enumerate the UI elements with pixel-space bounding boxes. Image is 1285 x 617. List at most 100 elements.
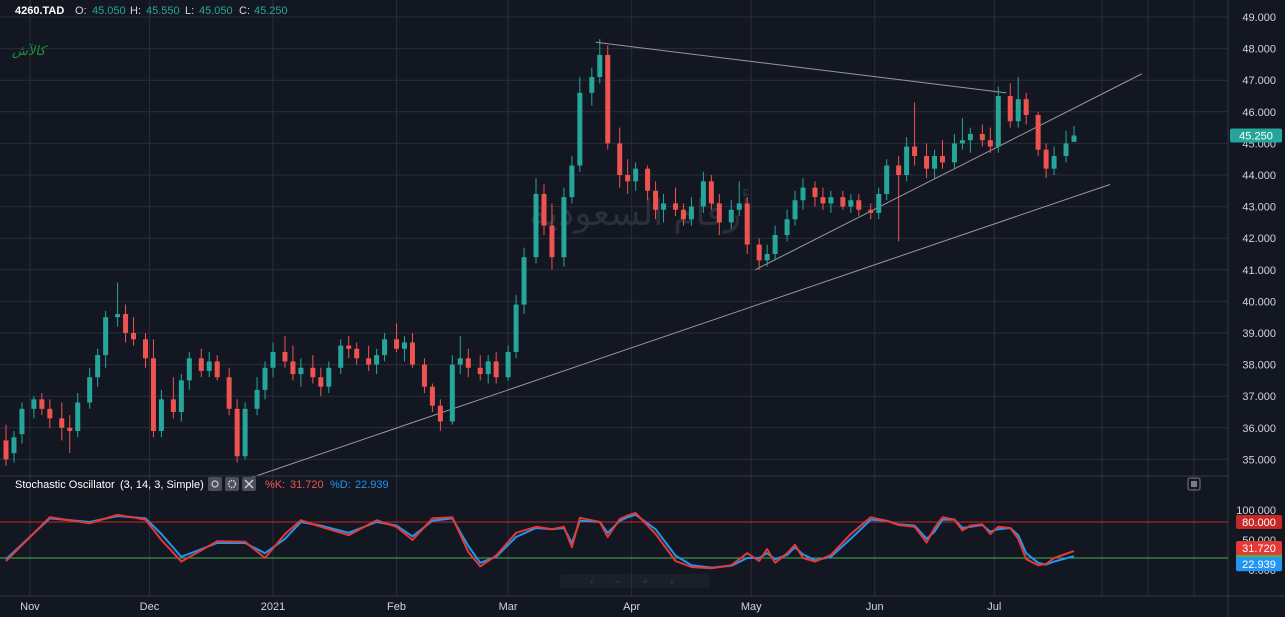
candle-body: [700, 181, 706, 207]
candle-body: [617, 143, 623, 175]
candle-body: [234, 408, 240, 457]
candle-body: [672, 203, 678, 210]
candle-body: [896, 165, 902, 175]
price-tick-label: 38.000: [1242, 360, 1276, 372]
candle-body: [270, 351, 276, 368]
candle-body: [1015, 99, 1021, 122]
candle-body: [346, 345, 352, 349]
candle-body: [39, 399, 45, 409]
candle-body: [904, 146, 910, 175]
candle-body: [1071, 135, 1077, 142]
candle[interactable]: [561, 187, 567, 267]
candle-body: [374, 355, 380, 365]
candle-body: [884, 165, 890, 194]
candle-body: [115, 314, 121, 318]
candle-body: [123, 314, 129, 333]
candle-body: [158, 399, 164, 431]
candle[interactable]: [449, 355, 455, 425]
candle[interactable]: [605, 45, 611, 150]
candle-body: [951, 143, 957, 163]
candle-body: [800, 187, 806, 201]
candle-body: [1063, 143, 1069, 157]
price-tick-label: 40.000: [1242, 296, 1276, 308]
candle-body: [828, 197, 834, 204]
candle-body: [645, 168, 651, 191]
gear-icon[interactable]: [225, 477, 239, 491]
candle-body: [932, 156, 938, 169]
candle[interactable]: [513, 295, 519, 359]
price-tick-label: 48.000: [1242, 44, 1276, 56]
candle-body: [421, 364, 427, 387]
chart-background: [0, 0, 1285, 617]
price-tick-label: 44.000: [1242, 170, 1276, 182]
candle-body: [625, 175, 631, 182]
candle-body: [848, 200, 854, 207]
oscillator-axis[interactable]: 100.00050.0000.00080.00031.72022.939: [1236, 505, 1282, 577]
price-tick-label: 42.000: [1242, 233, 1276, 245]
candle[interactable]: [242, 402, 248, 460]
scroll-right-icon[interactable]: ›: [670, 576, 674, 588]
candle-body: [214, 361, 220, 378]
candle-body: [103, 317, 109, 356]
candle-body: [728, 209, 734, 223]
candle-body: [939, 156, 945, 163]
current-price-tag: 45.250: [1230, 128, 1282, 143]
candle-body: [47, 408, 53, 419]
candle-body: [541, 193, 547, 226]
candle-body: [597, 54, 603, 78]
high-value: 45.550: [146, 5, 180, 17]
candle-body: [688, 206, 694, 220]
candle-body: [449, 364, 455, 422]
candle-body: [366, 358, 372, 365]
navigation-bar-bg: [560, 574, 710, 588]
candle-body: [326, 367, 332, 387]
candle[interactable]: [1035, 111, 1041, 157]
candle-body: [513, 304, 519, 352]
candle-body: [856, 200, 862, 210]
candle-body: [912, 146, 918, 157]
candle-body: [457, 358, 463, 365]
candle-body: [521, 257, 527, 305]
low-label: L:: [185, 5, 194, 17]
brand-logo: كالآش: [12, 43, 48, 59]
candle-body: [840, 197, 846, 207]
candle-body: [186, 358, 192, 381]
close-label: C:: [239, 5, 250, 17]
candle-body: [967, 133, 973, 141]
candle-body: [756, 244, 762, 261]
high-label: H:: [130, 5, 141, 17]
candle-body: [310, 367, 316, 378]
candle-body: [290, 361, 296, 375]
k-value-tag-label: 31.720: [1242, 543, 1276, 555]
candle-body: [11, 437, 17, 454]
zoom-out-icon[interactable]: −: [614, 576, 620, 588]
candle-body: [318, 377, 324, 387]
candle-body: [354, 348, 360, 359]
scroll-left-icon[interactable]: ‹: [590, 576, 594, 588]
candle-body: [820, 197, 826, 204]
chart-stage[interactable]: أرقام السعودية 4260.TAD O: 45.050 H: 45.…: [0, 0, 1285, 617]
time-tick-label: Nov: [20, 601, 40, 613]
navigation-bar[interactable]: ‹ − + ›: [560, 574, 710, 588]
candle-body: [262, 367, 268, 390]
candle-body: [589, 77, 595, 93]
candle[interactable]: [234, 399, 240, 463]
candle-body: [653, 190, 659, 210]
candle-body: [402, 342, 408, 349]
candle-body: [708, 181, 714, 204]
maximize-pane-icon-inner: [1191, 481, 1197, 487]
zoom-in-icon[interactable]: +: [642, 576, 648, 588]
candle-body: [1035, 114, 1041, 150]
eye-icon[interactable]: [208, 477, 222, 491]
d-value-tag-label: 22.939: [1242, 559, 1276, 571]
price-tick-label: 39.000: [1242, 328, 1276, 340]
candle-body: [792, 200, 798, 220]
candle[interactable]: [995, 86, 1001, 153]
candle-body: [338, 345, 344, 368]
price-tick-label: 37.000: [1242, 391, 1276, 403]
candle-body: [736, 203, 742, 210]
candle[interactable]: [521, 247, 527, 315]
candle-body: [59, 418, 65, 428]
candle-body: [680, 209, 686, 220]
price-tick-label: 47.000: [1242, 75, 1276, 87]
